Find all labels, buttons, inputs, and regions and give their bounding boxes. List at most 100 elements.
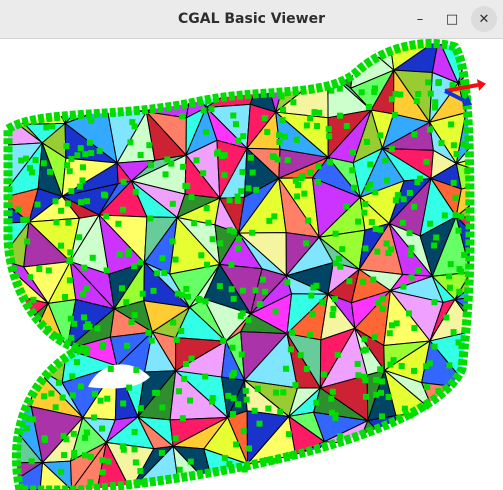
mesh-vertex xyxy=(202,129,209,136)
mesh-vertex xyxy=(427,220,434,227)
mesh-face xyxy=(8,342,35,372)
mesh-vertex xyxy=(362,200,369,207)
mesh-vertex xyxy=(172,435,179,442)
mesh-vertex xyxy=(221,454,228,461)
mesh-face xyxy=(214,43,264,70)
mesh-vertex xyxy=(152,389,159,396)
mesh-vertex xyxy=(289,329,296,336)
mesh-face xyxy=(296,43,329,73)
mesh-vertex xyxy=(284,279,291,286)
mesh-vertex xyxy=(377,132,384,139)
mesh-vertex xyxy=(276,132,283,139)
mesh-vertex xyxy=(411,131,418,138)
mesh-vertex xyxy=(306,331,313,338)
close-button[interactable]: ✕ xyxy=(471,6,497,32)
mesh-vertex xyxy=(131,311,138,318)
mesh-vertex xyxy=(132,459,139,466)
mesh-vertex xyxy=(411,203,418,210)
3d-viewport[interactable] xyxy=(0,39,503,490)
mesh-vertex xyxy=(351,184,358,191)
mesh-vertex xyxy=(129,119,136,126)
mesh-vertex xyxy=(40,160,47,167)
mesh-face xyxy=(190,43,217,89)
mesh-vertex xyxy=(131,446,138,453)
mesh-vertex xyxy=(87,453,94,460)
mesh-vertex xyxy=(161,270,168,277)
mesh-vertex xyxy=(450,142,457,149)
mesh-vertex xyxy=(239,168,246,175)
mesh-face xyxy=(323,441,359,490)
mesh-vertex xyxy=(290,99,297,106)
mesh-vertex xyxy=(453,150,460,157)
mesh-vertex xyxy=(314,178,321,185)
mesh-vertex xyxy=(82,151,89,158)
mesh-vertex xyxy=(193,157,200,164)
mesh-face xyxy=(467,335,470,390)
mesh-vertex xyxy=(94,325,101,332)
mesh-vertex xyxy=(83,285,90,292)
mesh-vertex xyxy=(49,123,56,130)
mesh-vertex xyxy=(447,261,454,268)
mesh-vertex xyxy=(460,141,467,148)
mesh-vertex xyxy=(332,230,339,237)
mesh-face xyxy=(8,364,34,412)
title-bar[interactable]: CGAL Basic Viewer – □ ✕ xyxy=(0,0,503,39)
mesh-vertex xyxy=(388,146,395,153)
mesh-vertex xyxy=(373,376,380,383)
mesh-vertex xyxy=(372,225,379,232)
mesh-vertex xyxy=(425,79,432,86)
mesh-vertex xyxy=(230,411,237,418)
mesh-vertex xyxy=(305,217,312,224)
mesh-face xyxy=(433,405,470,446)
mesh-vertex xyxy=(229,344,236,351)
mesh-vertex xyxy=(239,287,246,294)
mesh-vertex xyxy=(84,198,91,205)
mesh-vertex xyxy=(385,393,392,400)
mesh-vertex xyxy=(339,246,346,253)
mesh-vertex xyxy=(61,452,68,459)
minimize-button[interactable]: – xyxy=(407,6,433,32)
mesh-vertex xyxy=(63,436,70,443)
mesh-vertex xyxy=(133,366,140,373)
mesh-vertex xyxy=(452,194,459,201)
mesh-vertex xyxy=(43,124,50,131)
mesh-vertex xyxy=(424,384,431,391)
mesh-vertex xyxy=(307,115,314,122)
mesh-vertex xyxy=(242,387,249,394)
mesh-vertex xyxy=(58,242,65,249)
mesh-vertex xyxy=(79,164,86,171)
mesh-vertex xyxy=(246,445,253,452)
mesh-canvas[interactable] xyxy=(0,39,503,490)
mesh-vertex xyxy=(68,155,75,162)
mesh-vertex xyxy=(330,305,337,312)
mesh-vertex xyxy=(103,267,110,274)
mesh-vertex xyxy=(62,294,69,301)
mesh-vertex xyxy=(195,296,202,303)
mesh-vertex xyxy=(235,401,242,408)
mesh-vertex xyxy=(329,388,336,395)
mesh-vertex xyxy=(354,360,361,367)
close-icon: ✕ xyxy=(478,11,490,27)
mesh-vertex xyxy=(407,412,414,419)
maximize-button[interactable]: □ xyxy=(439,6,465,32)
mesh-vertex xyxy=(28,458,35,465)
mesh-vertex xyxy=(74,152,81,159)
mesh-vertex xyxy=(81,314,88,321)
mesh-vertex xyxy=(66,277,73,284)
mesh-vertex xyxy=(226,197,233,204)
mesh-vertex xyxy=(202,298,209,305)
mesh-vertex xyxy=(384,177,391,184)
mesh-vertex xyxy=(41,393,48,400)
mesh-face xyxy=(135,43,192,90)
window-controls: – □ ✕ xyxy=(407,6,497,32)
mesh-vertex xyxy=(455,339,462,346)
mesh-vertex xyxy=(230,395,237,402)
mesh-vertex xyxy=(219,153,226,160)
mesh-face xyxy=(423,411,470,454)
mesh-vertex xyxy=(86,139,93,146)
mesh-face xyxy=(467,410,470,456)
mesh-face xyxy=(428,444,470,490)
mesh-vertex xyxy=(208,106,215,113)
mesh-vertex xyxy=(379,295,386,302)
mesh-vertex xyxy=(265,405,272,412)
